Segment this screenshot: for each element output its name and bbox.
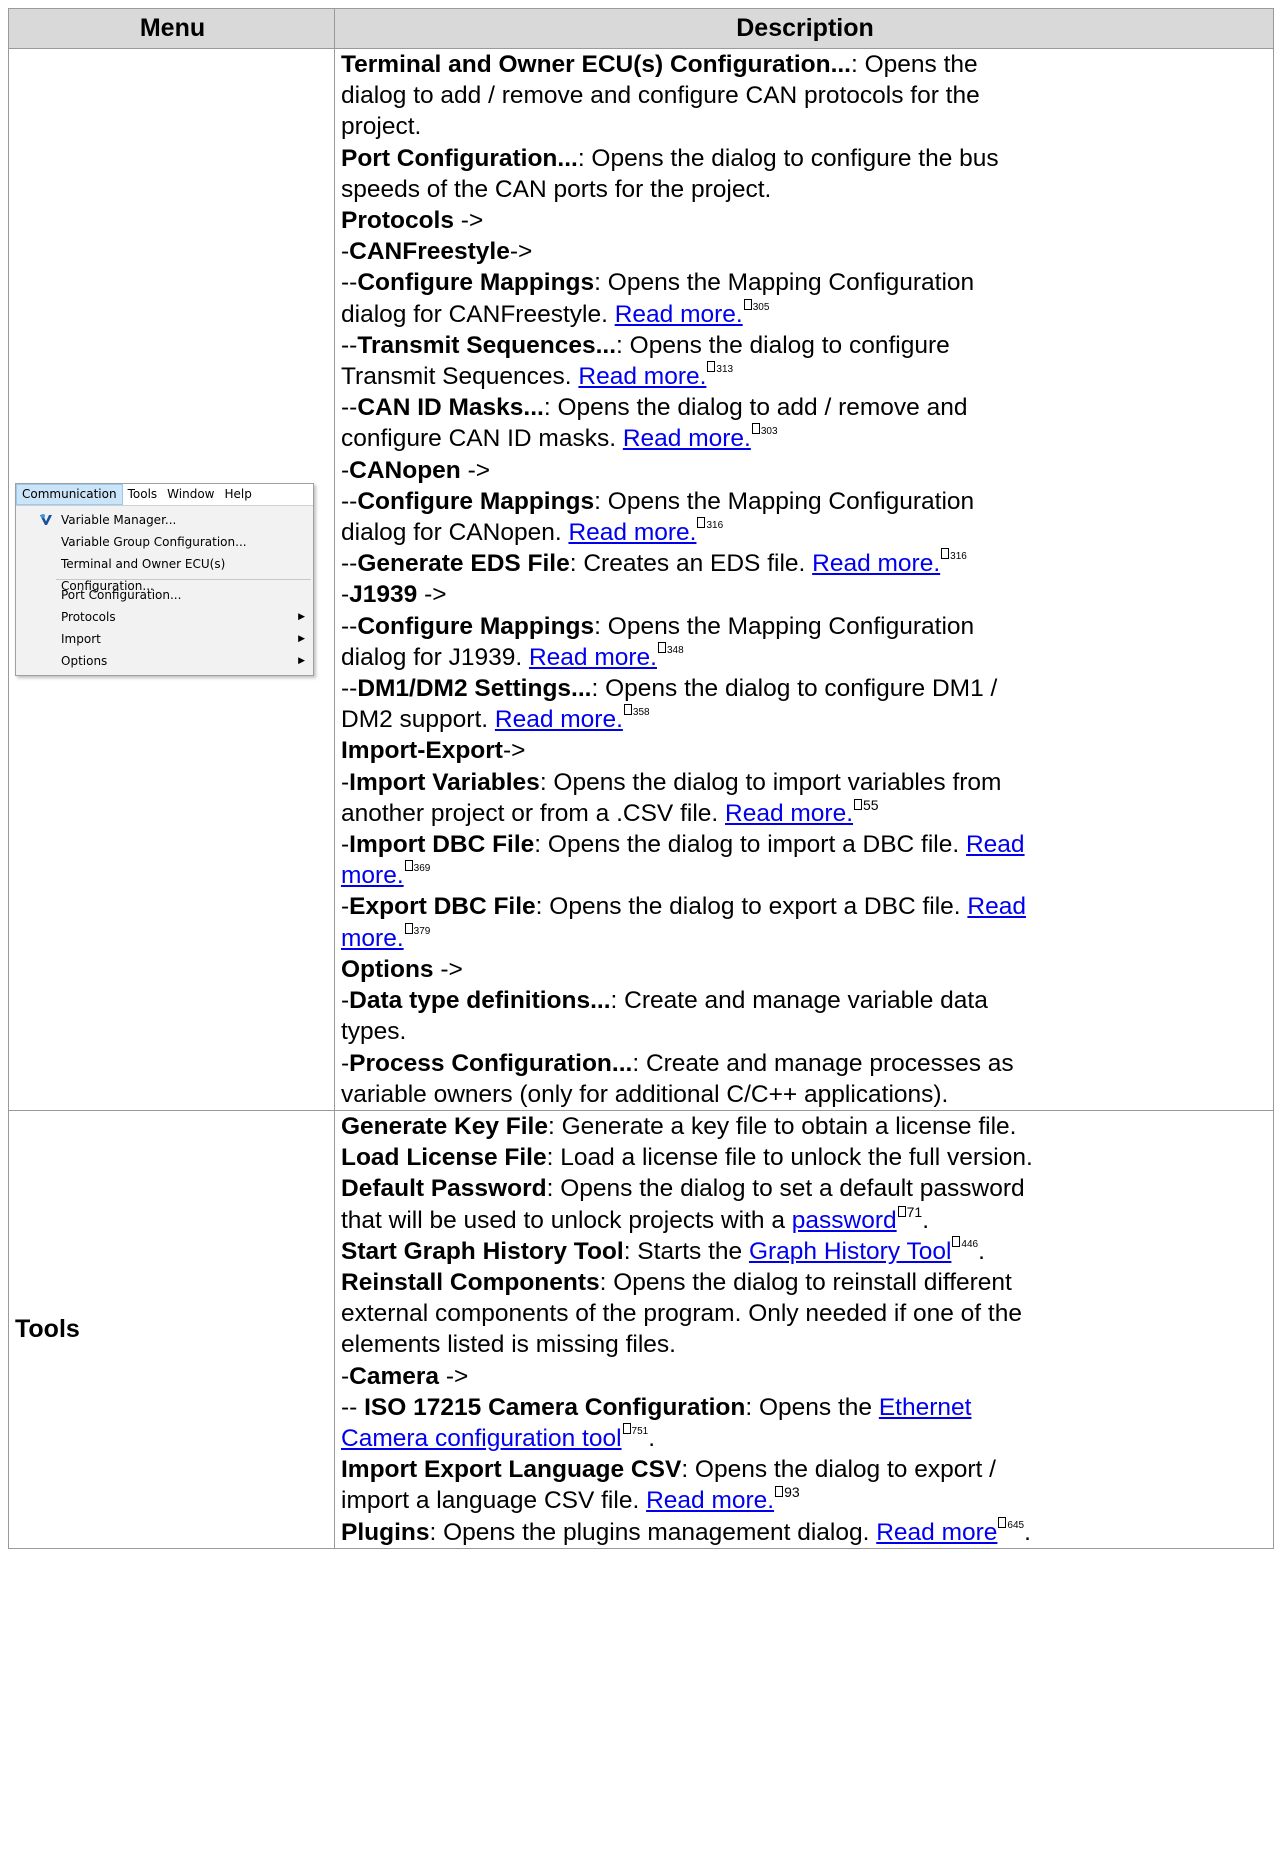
header-description: Description: [334, 8, 1274, 49]
read-more-link[interactable]: Read more.: [725, 800, 853, 827]
menubar-communication[interactable]: Communication: [16, 483, 123, 505]
read-more-link[interactable]: Read more: [876, 1519, 997, 1546]
page-ref: 348: [657, 641, 684, 656]
page-icon: [775, 1486, 784, 1498]
page-ref: 316: [697, 517, 723, 531]
read-more-link[interactable]: more.: [341, 862, 404, 889]
read-more-link[interactable]: Read more.: [495, 706, 623, 733]
menu-item-label: Variable Group Configuration...: [61, 534, 247, 549]
page-icon: [622, 1422, 631, 1434]
table-header-row: Menu Description: [8, 8, 1274, 49]
page-ref: 379: [404, 922, 430, 937]
page-ref: 313: [707, 361, 733, 375]
password-link[interactable]: password: [792, 1207, 897, 1234]
read-more-link[interactable]: Read: [967, 893, 1026, 920]
menu-cell-communication: Communication Tools Window Help Variable…: [8, 48, 335, 1111]
menubar-window[interactable]: Window: [162, 484, 219, 505]
menu-item-terminal-owner-configuration[interactable]: Terminal and Owner ECU(s) Configuration.…: [16, 553, 313, 593]
page-icon: [897, 1205, 906, 1217]
menu-item-label: Port Configuration...: [61, 587, 182, 602]
read-more-link[interactable]: Read more.: [812, 550, 940, 577]
page-icon: [854, 798, 863, 810]
page-icon: [952, 1235, 961, 1247]
menu-item-label: Import: [61, 631, 101, 646]
menu-screenshot: Communication Tools Window Help Variable…: [15, 482, 314, 676]
ethernet-camera-link[interactable]: Ethernet: [879, 1394, 972, 1421]
variable-manager-icon: [40, 513, 52, 525]
ethernet-camera-link[interactable]: Camera configuration tool: [341, 1425, 622, 1452]
dropdown-menu: Variable Manager... Variable Group Confi…: [16, 505, 313, 675]
description-cell-communication: Terminal and Owner ECU(s) Configuration.…: [334, 48, 1274, 1111]
read-more-link[interactable]: Read more.: [568, 519, 696, 546]
page-icon: [998, 1516, 1007, 1528]
menu-description-table: Menu Description Communication Tools Win…: [8, 8, 1274, 1549]
description-cell-tools: Generate Key File: Generate a key file t…: [334, 1109, 1274, 1549]
page-ref: 303: [751, 423, 778, 437]
read-more-link[interactable]: Read more.: [529, 644, 657, 671]
menubar-tools[interactable]: Tools: [123, 484, 163, 505]
page-icon: [623, 704, 632, 716]
page-icon: [707, 361, 716, 373]
menu-item-protocols[interactable]: Protocols ▶: [16, 606, 313, 628]
page-icon: [697, 517, 706, 529]
menu-item-variable-manager[interactable]: Variable Manager...: [16, 509, 313, 531]
page-ref: 358: [623, 704, 650, 718]
menu-item-port-configuration[interactable]: Port Configuration...: [16, 584, 313, 606]
page-ref: 93: [775, 1485, 800, 1499]
page-ref: 55: [854, 798, 879, 812]
menu-cell-tools: Tools: [8, 1109, 335, 1549]
menu-item-label: Protocols: [61, 609, 116, 624]
submenu-arrow-icon: ▶: [298, 633, 305, 644]
table-row: Tools Generate Key File: Generate a key …: [8, 1109, 1274, 1549]
menu-item-import[interactable]: Import ▶: [16, 628, 313, 650]
page-ref: 71: [897, 1205, 922, 1219]
page-icon: [657, 641, 666, 653]
submenu-arrow-icon: ▶: [298, 611, 305, 622]
header-menu: Menu: [8, 8, 335, 49]
menu-item-label: Variable Manager...: [61, 512, 177, 527]
submenu-arrow-icon: ▶: [298, 655, 305, 666]
read-more-link[interactable]: Read more.: [623, 425, 751, 452]
read-more-link[interactable]: Read more.: [615, 301, 743, 328]
page-ref: 305: [743, 298, 769, 313]
read-more-link[interactable]: Read: [966, 831, 1025, 858]
page-ref: 645: [998, 1516, 1024, 1531]
menu-item-variable-group-configuration[interactable]: Variable Group Configuration...: [16, 531, 313, 553]
page-icon: [743, 298, 752, 310]
read-more-link[interactable]: more.: [341, 925, 404, 952]
table-row: Communication Tools Window Help Variable…: [8, 48, 1274, 1111]
menu-item-label: Options: [61, 653, 108, 668]
menubar-help[interactable]: Help: [219, 484, 256, 505]
page-icon: [751, 423, 760, 435]
menu-bar: Communication Tools Window Help: [16, 483, 313, 506]
page-ref: 446: [952, 1235, 978, 1250]
read-more-link[interactable]: Read more.: [578, 363, 706, 390]
page-icon: [404, 860, 413, 872]
page-icon: [941, 548, 950, 560]
read-more-link[interactable]: Read more.: [646, 1487, 774, 1514]
page-ref: 369: [404, 860, 430, 874]
menu-item-options[interactable]: Options ▶: [16, 650, 313, 672]
page-icon: [404, 922, 413, 934]
graph-history-tool-link[interactable]: Graph History Tool: [749, 1238, 951, 1265]
page-ref: 751: [622, 1422, 648, 1437]
page-ref: 316: [941, 548, 967, 562]
